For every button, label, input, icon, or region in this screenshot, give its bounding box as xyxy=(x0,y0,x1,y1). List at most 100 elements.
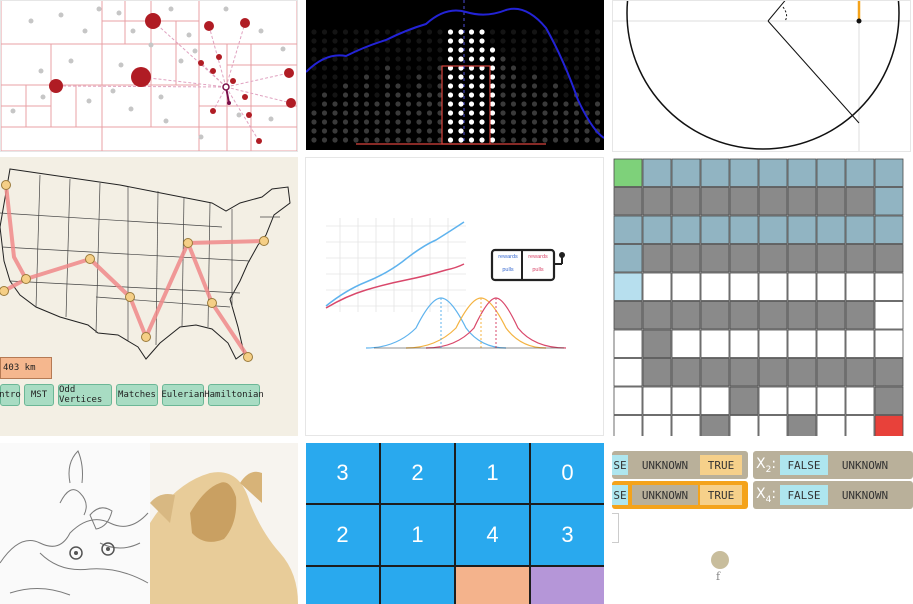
grid-cell[interactable] xyxy=(787,187,817,216)
grid-cell[interactable] xyxy=(816,386,846,415)
value-false-partial[interactable]: SE xyxy=(612,455,628,475)
grid-cell[interactable] xyxy=(845,358,875,387)
grid-cell[interactable] xyxy=(787,158,817,187)
puzzle-cell[interactable] xyxy=(306,567,379,604)
grid-cell[interactable] xyxy=(874,386,904,415)
value-unknown[interactable]: UNKNOWN xyxy=(632,485,698,505)
grid-cell[interactable] xyxy=(874,329,904,358)
grid-cell[interactable] xyxy=(845,329,875,358)
value-false[interactable]: FALSE xyxy=(780,455,828,475)
puzzle-cell[interactable]: 1 xyxy=(456,443,529,503)
puzzle-cell[interactable]: 3 xyxy=(306,443,379,503)
grid-cell[interactable] xyxy=(700,187,730,216)
gridworld-tile[interactable] xyxy=(612,157,911,436)
grid-cell[interactable] xyxy=(613,415,643,437)
cat-edge-tile[interactable] xyxy=(0,443,298,604)
matches-button[interactable]: Matches xyxy=(116,384,158,406)
grid-cell[interactable] xyxy=(758,358,788,387)
grid-cell[interactable] xyxy=(700,358,730,387)
grid-cell[interactable] xyxy=(729,386,759,415)
grid-cell[interactable] xyxy=(845,158,875,187)
grid-cell[interactable] xyxy=(671,329,701,358)
dot-histogram-tile[interactable] xyxy=(306,0,604,150)
puzzle-cell[interactable]: 2 xyxy=(381,443,454,503)
eulerian-button[interactable]: Eulerian xyxy=(161,384,205,406)
grid-cell[interactable] xyxy=(816,187,846,216)
value-unknown[interactable]: UNKNOWN xyxy=(832,485,898,505)
grid-cell[interactable] xyxy=(700,215,730,244)
number-puzzle-tile[interactable]: 3 2 1 0 2 1 4 3 xyxy=(306,443,604,604)
grid-cell[interactable] xyxy=(700,244,730,273)
grid-cell[interactable] xyxy=(642,272,672,301)
grid-cell[interactable] xyxy=(729,329,759,358)
puzzle-cell[interactable]: 1 xyxy=(381,505,454,565)
grid-cell[interactable] xyxy=(613,244,643,273)
puzzle-cell[interactable]: 2 xyxy=(306,505,379,565)
grid-cell[interactable] xyxy=(874,158,904,187)
grid-cell[interactable] xyxy=(671,187,701,216)
grid-cell[interactable] xyxy=(787,415,817,437)
value-unknown[interactable]: UNKNOWN xyxy=(632,455,698,475)
grid-cell[interactable] xyxy=(845,215,875,244)
puzzle-cell[interactable]: 4 xyxy=(456,505,529,565)
tsp-map-tile[interactable]: 403 km ntro MST Odd Vertices Matches Eul… xyxy=(0,157,298,436)
value-true[interactable]: TRUE xyxy=(700,485,742,505)
grid-cell[interactable] xyxy=(874,272,904,301)
puzzle-cell[interactable] xyxy=(531,567,604,604)
grid-cell[interactable] xyxy=(613,158,643,187)
bandit-tile[interactable]: rewards pulls rewards pulls xyxy=(305,157,604,436)
grid-cell[interactable] xyxy=(700,329,730,358)
grid-cell[interactable] xyxy=(729,301,759,330)
grid-cell[interactable] xyxy=(642,244,672,273)
value-true[interactable]: TRUE xyxy=(700,455,742,475)
grid-cell[interactable] xyxy=(787,244,817,273)
input-box-edge[interactable] xyxy=(612,513,619,543)
grid-cell[interactable] xyxy=(613,215,643,244)
grid-cell[interactable] xyxy=(874,301,904,330)
grid-cell[interactable] xyxy=(671,244,701,273)
grid-cell[interactable] xyxy=(758,244,788,273)
grid-cell[interactable] xyxy=(642,329,672,358)
grid-cell[interactable] xyxy=(671,415,701,437)
grid-cell[interactable] xyxy=(816,301,846,330)
grid-cell[interactable] xyxy=(845,187,875,216)
grid-cell[interactable] xyxy=(613,301,643,330)
grid-cell[interactable] xyxy=(874,187,904,216)
grid-cell[interactable] xyxy=(700,272,730,301)
grid-cell[interactable] xyxy=(816,158,846,187)
grid-cell[interactable] xyxy=(671,386,701,415)
grid-cell[interactable] xyxy=(816,215,846,244)
grid-cell[interactable] xyxy=(787,329,817,358)
hamiltonian-button[interactable]: Hamiltonian xyxy=(204,384,264,406)
grid-cell[interactable] xyxy=(642,301,672,330)
grid-cell[interactable] xyxy=(758,301,788,330)
grid-cell[interactable] xyxy=(729,358,759,387)
grid-cell[interactable] xyxy=(787,301,817,330)
grid-cell[interactable] xyxy=(787,215,817,244)
grid-cell[interactable] xyxy=(613,386,643,415)
grid-cell[interactable] xyxy=(642,358,672,387)
grid-cell[interactable] xyxy=(613,272,643,301)
grid-cell[interactable] xyxy=(845,244,875,273)
quadtree-tile[interactable] xyxy=(0,0,298,152)
puzzle-cell[interactable] xyxy=(456,567,529,604)
grid-cell[interactable] xyxy=(874,415,904,437)
grid-cell[interactable] xyxy=(613,187,643,216)
grid-cell[interactable] xyxy=(787,272,817,301)
grid-cell[interactable] xyxy=(700,386,730,415)
value-unknown[interactable]: UNKNOWN xyxy=(832,455,898,475)
grid-cell[interactable] xyxy=(758,215,788,244)
value-false-partial[interactable]: SE xyxy=(612,485,628,505)
grid-cell[interactable] xyxy=(845,272,875,301)
grid-cell[interactable] xyxy=(758,415,788,437)
grid-cell[interactable] xyxy=(816,244,846,273)
grid-cell[interactable] xyxy=(642,386,672,415)
grid-cell[interactable] xyxy=(642,187,672,216)
grid-cell[interactable] xyxy=(642,415,672,437)
mst-button[interactable]: MST xyxy=(24,384,54,406)
grid-cell[interactable] xyxy=(671,272,701,301)
grid-cell[interactable] xyxy=(642,215,672,244)
circle-angle-tile[interactable] xyxy=(612,0,911,152)
puzzle-cell[interactable]: 0 xyxy=(531,443,604,503)
grid-cell[interactable] xyxy=(758,329,788,358)
